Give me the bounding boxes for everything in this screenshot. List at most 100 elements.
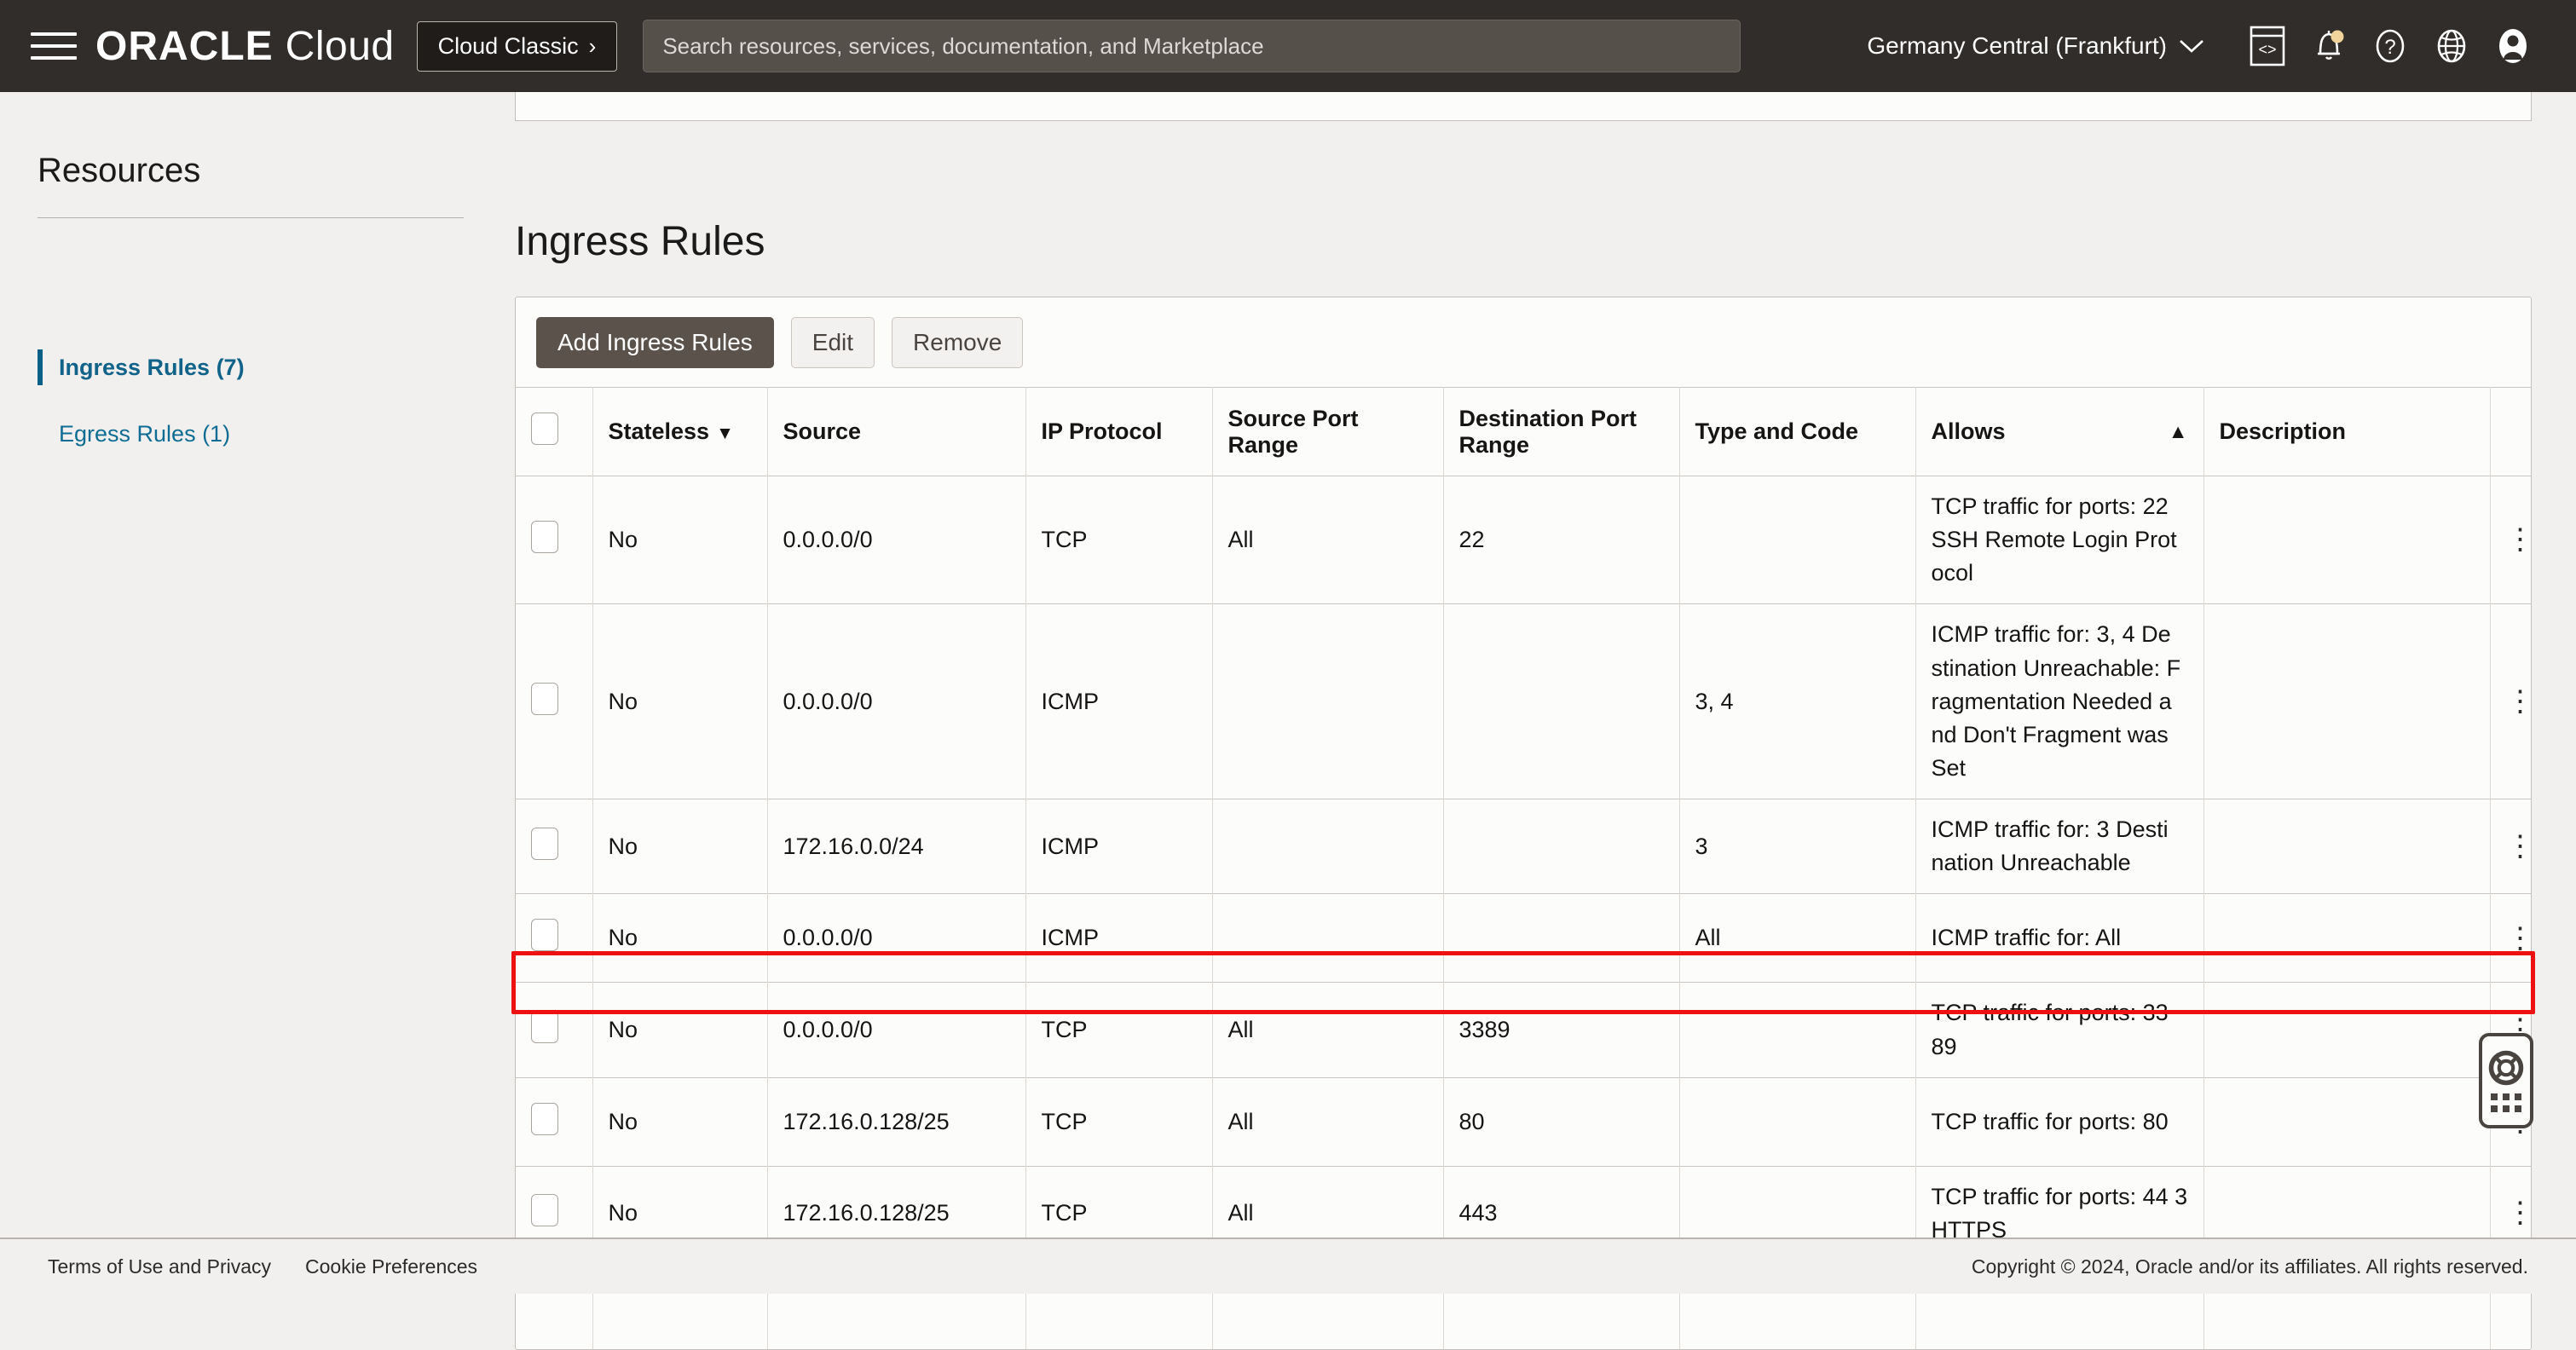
edit-button[interactable]: Edit: [790, 316, 875, 368]
cell-type-and-code: [1679, 475, 1916, 604]
row-checkbox-cell: [516, 603, 593, 799]
handle-dot: [2491, 1093, 2498, 1100]
select-all-cell: [516, 387, 593, 476]
column-label: Type and Code: [1695, 418, 1859, 444]
copyright-text: Copyright © 2024, Oracle and/or its affi…: [1971, 1255, 2528, 1278]
row-checkbox-cell: [516, 982, 593, 1078]
table-row[interactable]: No 172.16.0.0/24 ICMP 3 ICMP traffic for…: [516, 799, 2532, 894]
cloud-shell-icon[interactable]: <>: [2237, 15, 2298, 77]
sidebar-title: Resources: [38, 152, 201, 189]
row-checkbox[interactable]: [531, 919, 558, 952]
row-actions-kebab-icon[interactable]: ⋮: [2506, 526, 2532, 554]
column-header-stateless[interactable]: Stateless ▼: [592, 387, 768, 476]
cell-protocol: TCP: [1025, 982, 1213, 1078]
help-question-icon[interactable]: ?: [2359, 15, 2421, 77]
support-widget[interactable]: [2479, 1033, 2533, 1128]
language-globe-icon[interactable]: [2421, 15, 2482, 77]
column-header-allows[interactable]: Allows ▲: [1915, 387, 2204, 476]
top-bar-actions: Germany Central (Frankfurt) <> ?: [1867, 15, 2556, 77]
notifications-bell-icon[interactable]: [2298, 15, 2359, 77]
select-all-checkbox[interactable]: [531, 412, 558, 445]
row-actions-kebab-icon[interactable]: ⋮: [2506, 924, 2532, 952]
cell-type-and-code: 3, 4: [1679, 603, 1916, 799]
cell-source-port-range: [1212, 799, 1444, 894]
ingress-rules-table: Stateless ▼ Source IP Protocol Source Por…: [516, 387, 2532, 1350]
column-label: Source Port Range: [1227, 405, 1359, 458]
cloud-classic-label: Cloud Classic: [437, 32, 579, 59]
table-row[interactable]: No 0.0.0.0/0 TCP All 22 TCP traffic for …: [516, 475, 2532, 604]
cell-type-and-code: All: [1679, 893, 1916, 983]
cell-type-and-code: [1679, 982, 1916, 1078]
terms-of-use-link[interactable]: Terms of Use and Privacy: [48, 1255, 271, 1278]
table-row-highlighted[interactable]: No 0.0.0.0/0 ICMP All ICMP traffic for: …: [516, 893, 2532, 983]
cloud-wordmark: Cloud: [285, 23, 395, 69]
oracle-cloud-logo[interactable]: ORACLE Cloud: [95, 23, 395, 70]
hamburger-menu-icon[interactable]: [31, 27, 77, 65]
cell-type-and-code: [1679, 1076, 1916, 1167]
handle-dot: [2503, 1093, 2510, 1100]
column-header-description[interactable]: Description: [2203, 387, 2491, 476]
cell-source: 0.0.0.0/0: [767, 603, 1026, 799]
cell-destination-port-range: [1443, 603, 1680, 799]
hamburger-bar: [31, 32, 77, 36]
table-row[interactable]: No 172.16.0.128/25 TCP All 80 TCP traffi…: [516, 1076, 2531, 1167]
cloud-classic-button[interactable]: Cloud Classic ›: [416, 20, 618, 72]
cell-source-port-range: All: [1212, 1076, 1444, 1167]
table-row[interactable]: No 0.0.0.0/0 TCP All 3389 TCP traffic fo…: [516, 982, 2531, 1078]
remove-button[interactable]: Remove: [892, 316, 1024, 368]
cell-stateless: No: [592, 1076, 768, 1167]
cell-stateless: No: [592, 799, 768, 894]
sidebar-item-egress-rules[interactable]: Egress Rules (1): [38, 416, 230, 452]
row-checkbox-cell: [516, 893, 593, 983]
cell-allows: TCP traffic for ports: 33 89: [1915, 982, 2204, 1078]
column-header-source-port-range[interactable]: Source Port Range: [1212, 387, 1444, 476]
add-ingress-rules-button[interactable]: Add Ingress Rules: [536, 316, 774, 368]
cell-source-port-range: All: [1212, 982, 1444, 1078]
column-header-type-and-code[interactable]: Type and Code: [1679, 387, 1916, 476]
handle-dot: [2503, 1105, 2510, 1112]
row-checkbox[interactable]: [531, 1011, 558, 1044]
row-checkbox[interactable]: [531, 1102, 558, 1135]
row-checkbox[interactable]: [531, 1194, 558, 1227]
hamburger-bar: [31, 56, 77, 60]
table-toolbar: Add Ingress Rules Edit Remove: [516, 297, 2531, 387]
cell-description: [2203, 893, 2491, 983]
cell-destination-port-range: 22: [1443, 475, 1680, 604]
column-header-destination-port-range[interactable]: Destination Port Range: [1443, 387, 1680, 476]
chevron-right-icon: ›: [588, 32, 597, 59]
row-checkbox[interactable]: [531, 521, 558, 554]
row-actions-kebab-icon[interactable]: ⋮: [2506, 832, 2532, 860]
column-header-source[interactable]: Source: [767, 387, 1026, 476]
row-checkbox-cell: [516, 475, 593, 604]
table-row[interactable]: No 0.0.0.0/0 ICMP 3, 4 ICMP traffic for:…: [516, 603, 2532, 799]
search-input[interactable]: [643, 20, 1741, 72]
cookie-preferences-link[interactable]: Cookie Preferences: [305, 1255, 477, 1278]
row-menu-cell: ⋮: [2490, 603, 2532, 799]
user-avatar-icon[interactable]: [2482, 15, 2544, 77]
row-actions-kebab-icon[interactable]: ⋮: [2506, 1199, 2532, 1227]
sort-ascending-icon: ▲: [2168, 420, 2188, 442]
row-checkbox[interactable]: [531, 827, 558, 860]
drag-dots-handle[interactable]: [2491, 1093, 2521, 1112]
cell-protocol: TCP: [1025, 1076, 1213, 1167]
row-actions-kebab-icon[interactable]: ⋮: [2506, 687, 2532, 715]
cell-description: [2203, 475, 2491, 604]
cell-protocol: ICMP: [1025, 603, 1213, 799]
row-menu-cell: ⋮: [2490, 893, 2532, 983]
handle-dot: [2515, 1093, 2521, 1100]
handle-dot: [2491, 1105, 2498, 1112]
column-header-ip-protocol[interactable]: IP Protocol: [1025, 387, 1213, 476]
column-header-row-menu: [2490, 387, 2531, 476]
column-label: Description: [2219, 418, 2347, 444]
cell-allows: ICMP traffic for: All: [1915, 893, 2204, 983]
cell-description: [2203, 799, 2491, 894]
cell-stateless: No: [592, 893, 768, 983]
life-preserver-icon: [2488, 1050, 2524, 1085]
cell-allows: TCP traffic for ports: 80: [1915, 1076, 2204, 1167]
page-body: Resources Ingress Rules (7) Egress Rules…: [0, 92, 2576, 1350]
region-selector[interactable]: Germany Central (Frankfurt): [1867, 32, 2204, 60]
cell-destination-port-range: [1443, 799, 1680, 894]
row-menu-cell: ⋮: [2490, 475, 2532, 604]
sidebar-item-ingress-rules[interactable]: Ingress Rules (7): [38, 349, 245, 385]
row-checkbox[interactable]: [531, 682, 558, 715]
